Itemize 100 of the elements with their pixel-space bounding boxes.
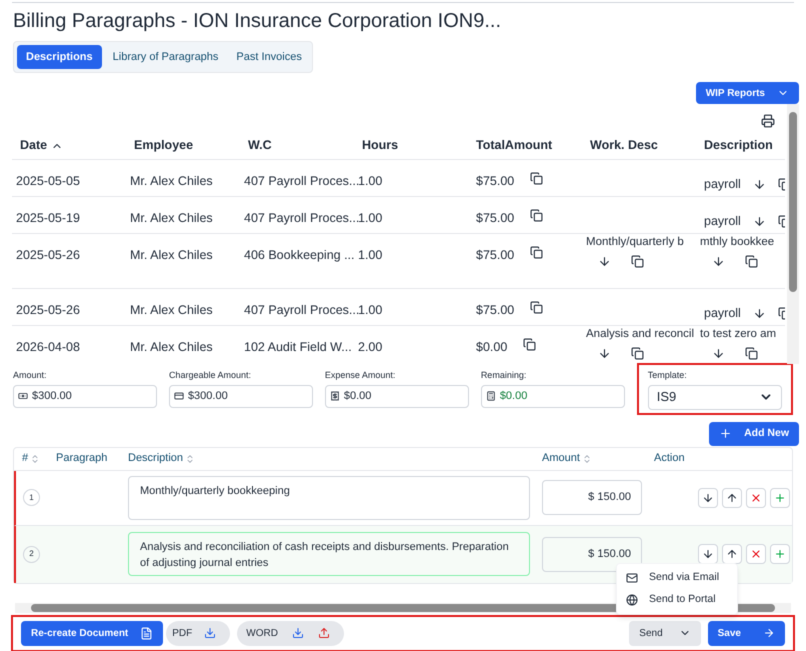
table-cell: 2025-05-19 bbox=[16, 211, 80, 225]
copy-icon[interactable] bbox=[745, 255, 758, 268]
amount-field[interactable]: $0.00 bbox=[324, 384, 469, 408]
download-icon[interactable] bbox=[752, 178, 766, 190]
table-cell: 406 Bookkeeping ... bbox=[244, 248, 354, 262]
column-header[interactable]: Action bbox=[654, 450, 685, 467]
table-cell: Mr. Alex Chiles bbox=[130, 248, 213, 262]
copy-icon[interactable] bbox=[530, 172, 544, 185]
save-button[interactable]: Save bbox=[708, 620, 785, 646]
tab[interactable]: Past Invoices bbox=[229, 45, 309, 69]
document-icon bbox=[140, 626, 154, 640]
table-cell: 2025-05-26 bbox=[16, 303, 80, 317]
paragraph-row[interactable]: 1 Monthly/quarterly bookkeeping $ 150.00 bbox=[14, 470, 792, 526]
field-label: Expense Amount: bbox=[324, 369, 396, 382]
vertical-scrollbar[interactable] bbox=[787, 104, 799, 364]
close-icon bbox=[750, 548, 762, 560]
add-button[interactable] bbox=[770, 544, 790, 564]
table-cell: 2025-05-05 bbox=[16, 174, 80, 188]
amount-input[interactable]: $ 150.00 bbox=[542, 480, 642, 515]
wip-reports-button[interactable]: WIP Reports bbox=[696, 82, 799, 104]
download-icon[interactable] bbox=[712, 255, 725, 268]
copy-icon[interactable] bbox=[631, 255, 644, 268]
amount-field[interactable]: $300.00 bbox=[168, 384, 313, 408]
table-cell-text: $75.00 bbox=[476, 302, 514, 319]
cell-text: Monthly/quarterly b bbox=[586, 235, 684, 250]
field-label: Remaining: bbox=[480, 369, 528, 382]
table-cell: Mr. Alex Chiles bbox=[130, 174, 213, 188]
description-field[interactable]: Analysis and reconciliation of cash receipts and disbursements. Preparation of adjusting journal entries bbox=[128, 532, 530, 576]
expense-icon bbox=[330, 391, 340, 401]
tab[interactable]: Descriptions bbox=[17, 45, 102, 69]
cell-text: mthly bookkee bbox=[700, 235, 774, 250]
template-select[interactable]: IS9 bbox=[648, 384, 782, 410]
description-field[interactable]: Monthly/quarterly bookkeeping bbox=[128, 476, 530, 520]
column-header[interactable]: Paragraph bbox=[56, 450, 108, 467]
globe-icon bbox=[626, 594, 638, 606]
field-label: Template: bbox=[648, 369, 688, 382]
copy-icon[interactable] bbox=[530, 246, 544, 259]
pdf-button[interactable]: PDF bbox=[166, 620, 230, 646]
cash-icon bbox=[18, 391, 28, 401]
table-cell: Mr. Alex Chiles bbox=[130, 340, 213, 354]
calc-icon bbox=[486, 391, 496, 401]
move-up-button[interactable] bbox=[722, 544, 742, 564]
column-header[interactable]: # bbox=[22, 450, 28, 467]
cell-text: payroll bbox=[704, 212, 741, 230]
download-icon[interactable] bbox=[712, 347, 725, 360]
download-icon[interactable] bbox=[752, 214, 766, 228]
move-down-button[interactable] bbox=[698, 544, 718, 564]
cell-text: payroll bbox=[704, 176, 741, 193]
add-new-button[interactable]: Add New bbox=[709, 422, 799, 446]
table-cell: 1.00 bbox=[358, 211, 382, 225]
plus-icon bbox=[719, 427, 732, 440]
download-icon[interactable] bbox=[598, 347, 611, 360]
table-cell: 1.00 bbox=[358, 303, 382, 317]
send-button[interactable]: Send bbox=[629, 620, 701, 646]
column-header[interactable]: Hours bbox=[362, 136, 398, 155]
column-header[interactable]: Description bbox=[704, 136, 773, 155]
copy-icon[interactable] bbox=[530, 209, 544, 222]
amount-input[interactable]: $ 150.00 bbox=[542, 536, 642, 572]
arrow-down-icon bbox=[702, 548, 714, 560]
table-cell: Mr. Alex Chiles bbox=[130, 211, 213, 225]
add-button[interactable] bbox=[770, 488, 790, 508]
cell-text: to test zero am bbox=[700, 327, 776, 342]
column-header[interactable]: Work. Desc bbox=[590, 136, 658, 155]
arrow-up-icon bbox=[726, 548, 738, 560]
copy-icon[interactable] bbox=[745, 347, 758, 360]
column-header[interactable]: Employee bbox=[134, 136, 194, 155]
copy-icon[interactable] bbox=[523, 338, 536, 351]
copy-icon[interactable] bbox=[631, 347, 644, 360]
upload-icon[interactable] bbox=[318, 627, 330, 639]
arrow-right-icon bbox=[763, 627, 775, 639]
menu-item[interactable]: Send to Portal bbox=[617, 589, 737, 611]
column-header[interactable]: TotalAmount bbox=[476, 136, 552, 155]
amount-field[interactable]: $300.00 bbox=[13, 384, 157, 408]
print-icon[interactable] bbox=[761, 114, 775, 128]
table-cell: 2.00 bbox=[358, 340, 382, 354]
table-cell: 2026-04-08 bbox=[16, 340, 80, 354]
download-icon[interactable] bbox=[598, 255, 611, 268]
column-header[interactable]: Amount bbox=[542, 450, 580, 467]
table-cell: 407 Payroll Proces... bbox=[244, 211, 360, 225]
column-header[interactable]: Date bbox=[20, 136, 48, 155]
delete-button[interactable] bbox=[746, 488, 766, 508]
delete-button[interactable] bbox=[746, 544, 766, 564]
table-cell: 1.00 bbox=[358, 174, 382, 188]
column-header[interactable]: W.C bbox=[248, 136, 272, 155]
move-up-button[interactable] bbox=[722, 488, 742, 508]
cell-text: Analysis and reconcil bbox=[586, 327, 694, 342]
move-down-button[interactable] bbox=[698, 488, 718, 508]
copy-icon[interactable] bbox=[530, 301, 544, 314]
field-label: Amount: bbox=[13, 369, 48, 382]
column-header[interactable]: Description bbox=[128, 450, 184, 467]
table-cell: 407 Payroll Proces... bbox=[244, 174, 360, 188]
arrow-up-icon bbox=[726, 492, 738, 504]
field-label: Chargeable Amount: bbox=[168, 369, 252, 382]
cell-text: payroll bbox=[704, 304, 741, 322]
amount-field[interactable]: $0.00 bbox=[480, 384, 625, 408]
recreate-document-button[interactable]: Re-create Document bbox=[21, 620, 164, 646]
tab[interactable]: Library of Paragraphs bbox=[106, 45, 226, 69]
download-icon[interactable] bbox=[752, 306, 766, 320]
table-cell-text: $75.00 bbox=[476, 210, 514, 227]
plus-icon bbox=[774, 492, 786, 504]
